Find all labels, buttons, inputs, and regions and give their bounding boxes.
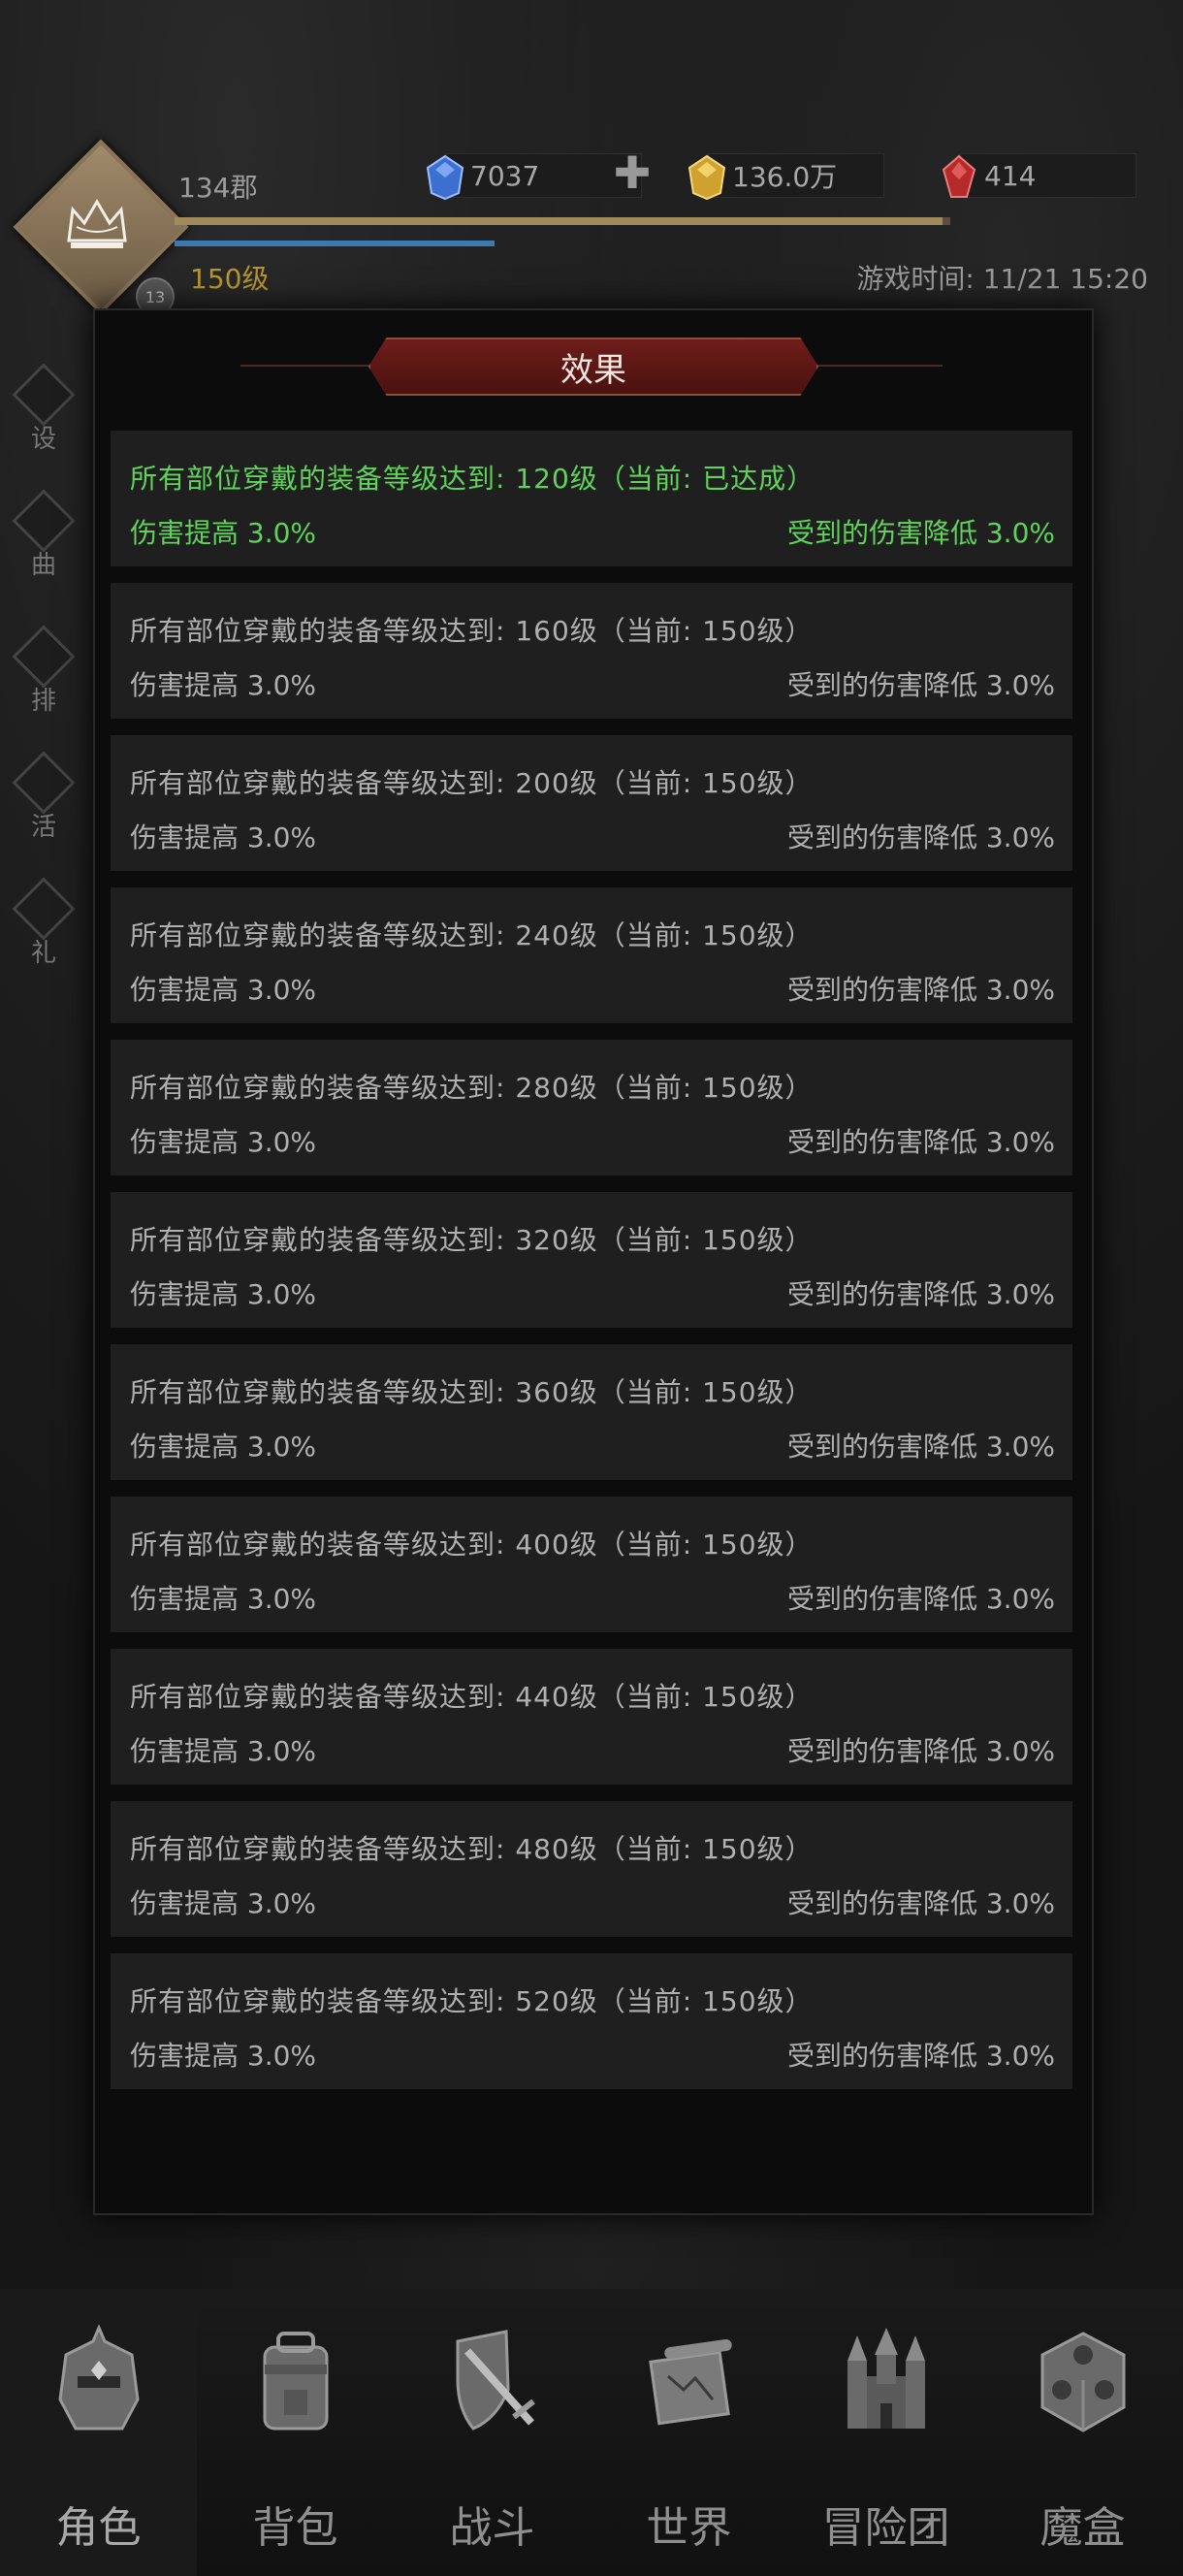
- secondary-bar: [175, 241, 495, 246]
- damage-reduction: 受到的伤害降低 3.0%: [786, 1735, 1055, 1767]
- effect-condition: 所有部位穿戴的装备等级达到: 400级（当前: 150级）: [130, 1529, 814, 1561]
- effect-condition: 所有部位穿戴的装备等级达到: 520级（当前: 150级）: [130, 1985, 814, 2017]
- effect-row: 所有部位穿戴的装备等级达到: 520级（当前: 150级） 伤害提高 3.0% 受到…: [111, 1953, 1072, 2089]
- side-menu-item-3[interactable]: 排: [12, 625, 76, 716]
- nav-shield-sword[interactable]: 战斗: [394, 2289, 591, 2576]
- red-gem-icon: [938, 154, 980, 198]
- bottom-nav: 角色 背包 战斗 世界 冒险团 魔盒: [0, 2289, 1183, 2576]
- effect-row: 所有部位穿戴的装备等级达到: 320级（当前: 150级） 伤害提高 3.0% 受到…: [111, 1192, 1072, 1328]
- diamond-icon: [12, 751, 76, 815]
- effect-row: 所有部位穿戴的装备等级达到: 400级（当前: 150级） 伤害提高 3.0% 受到…: [111, 1497, 1072, 1632]
- shield-sword-icon: [438, 2322, 547, 2442]
- helmet-icon: [45, 2322, 153, 2442]
- effect-row: 所有部位穿戴的装备等级达到: 200级（当前: 150级） 伤害提高 3.0% 受到…: [111, 735, 1072, 871]
- damage-increase: 伤害提高 3.0%: [130, 669, 317, 701]
- damage-reduction: 受到的伤害降低 3.0%: [786, 1887, 1055, 1919]
- blue-gem-icon: [424, 154, 466, 201]
- nav-label: 角色: [55, 2503, 142, 2553]
- currency-red-gem: 414: [942, 153, 1136, 198]
- nav-label: 世界: [646, 2503, 732, 2553]
- damage-increase: 伤害提高 3.0%: [130, 821, 317, 853]
- backpack-icon: [241, 2322, 350, 2442]
- damage-reduction: 受到的伤害降低 3.0%: [786, 517, 1055, 549]
- effect-row: 所有部位穿戴的装备等级达到: 480级（当前: 150级） 伤害提高 3.0% 受到…: [111, 1801, 1072, 1937]
- effect-row: 所有部位穿戴的装备等级达到: 440级（当前: 150级） 伤害提高 3.0% 受到…: [111, 1649, 1072, 1785]
- nav-castle[interactable]: 冒险团: [787, 2289, 984, 2576]
- effect-row: 所有部位穿戴的装备等级达到: 160级（当前: 150级） 伤害提高 3.0% 受到…: [111, 583, 1072, 719]
- damage-reduction: 受到的伤害降低 3.0%: [786, 2040, 1055, 2072]
- side-menu-item-1[interactable]: 设: [12, 363, 76, 454]
- nav-label: 魔盒: [1039, 2503, 1126, 2553]
- diamond-icon: [12, 877, 76, 941]
- damage-reduction: 受到的伤害降低 3.0%: [786, 1278, 1055, 1310]
- header: 13 134郡 150级 游戏时间: 11/21 15:20 7037 ✚ 13…: [0, 0, 1183, 316]
- castle-icon: [832, 2322, 941, 2442]
- nav-helmet[interactable]: 角色: [0, 2289, 197, 2576]
- damage-increase: 伤害提高 3.0%: [130, 974, 317, 1006]
- damage-increase: 伤害提高 3.0%: [130, 517, 317, 549]
- exp-bar-fill: [175, 217, 943, 225]
- effect-condition: 所有部位穿戴的装备等级达到: 200级（当前: 150级）: [130, 767, 814, 799]
- map-scroll-icon: [635, 2322, 744, 2442]
- crown-icon: [58, 184, 136, 262]
- effect-row: 所有部位穿戴的装备等级达到: 360级（当前: 150级） 伤害提高 3.0% 受到…: [111, 1344, 1072, 1480]
- effect-condition: 所有部位穿戴的装备等级达到: 480级（当前: 150级）: [130, 1833, 814, 1865]
- nav-backpack[interactable]: 背包: [197, 2289, 394, 2576]
- game-time: 游戏时间: 11/21 15:20: [856, 263, 1148, 295]
- diamond-icon: [12, 625, 76, 689]
- effects-list: 所有部位穿戴的装备等级达到: 120级（当前: 已达成） 伤害提高 3.0% 受到的…: [111, 431, 1072, 2106]
- effect-row: 所有部位穿戴的装备等级达到: 120级（当前: 已达成） 伤害提高 3.0% 受到的…: [111, 431, 1072, 566]
- damage-reduction: 受到的伤害降低 3.0%: [786, 669, 1055, 701]
- side-menu-item-5[interactable]: 礼: [12, 877, 76, 968]
- damage-increase: 伤害提高 3.0%: [130, 1126, 317, 1158]
- side-menu-item-4[interactable]: 活: [12, 751, 76, 842]
- damage-reduction: 受到的伤害降低 3.0%: [786, 821, 1055, 853]
- damage-increase: 伤害提高 3.0%: [130, 1735, 317, 1767]
- damage-reduction: 受到的伤害降低 3.0%: [786, 974, 1055, 1006]
- gold-icon: [686, 154, 728, 201]
- player-name: 134郡: [178, 172, 258, 204]
- nav-magic-box[interactable]: 魔盒: [984, 2289, 1181, 2576]
- damage-reduction: 受到的伤害降低 3.0%: [786, 1583, 1055, 1615]
- effect-condition: 所有部位穿戴的装备等级达到: 320级（当前: 150级）: [130, 1224, 814, 1256]
- effect-condition: 所有部位穿戴的装备等级达到: 360级（当前: 150级）: [130, 1376, 814, 1408]
- effect-condition: 所有部位穿戴的装备等级达到: 240级（当前: 150级）: [130, 919, 814, 951]
- damage-increase: 伤害提高 3.0%: [130, 1583, 317, 1615]
- nav-label: 冒险团: [821, 2503, 950, 2553]
- effect-condition: 所有部位穿戴的装备等级达到: 280级（当前: 150级）: [130, 1072, 814, 1104]
- nav-label: 背包: [252, 2503, 338, 2553]
- currency-gold: 136.0万: [687, 153, 884, 201]
- modal-title: 效果: [368, 338, 818, 396]
- side-menu-item-2[interactable]: 曲: [12, 489, 76, 580]
- damage-reduction: 受到的伤害降低 3.0%: [786, 1126, 1055, 1158]
- nav-map-scroll[interactable]: 世界: [591, 2289, 787, 2576]
- diamond-icon: [12, 363, 76, 427]
- effect-row: 所有部位穿戴的装备等级达到: 280级（当前: 150级） 伤害提高 3.0% 受到…: [111, 1040, 1072, 1175]
- add-currency-button[interactable]: ✚: [611, 150, 654, 195]
- magic-box-icon: [1029, 2322, 1137, 2442]
- damage-increase: 伤害提高 3.0%: [130, 1278, 317, 1310]
- effect-condition: 所有部位穿戴的装备等级达到: 120级（当前: 已达成）: [130, 463, 815, 495]
- effect-row: 所有部位穿戴的装备等级达到: 240级（当前: 150级） 伤害提高 3.0% 受到…: [111, 887, 1072, 1023]
- damage-increase: 伤害提高 3.0%: [130, 1887, 317, 1919]
- damage-reduction: 受到的伤害降低 3.0%: [786, 1431, 1055, 1463]
- effect-condition: 所有部位穿戴的装备等级达到: 160级（当前: 150级）: [130, 615, 814, 647]
- player-level: 150级: [190, 263, 270, 295]
- nav-label: 战斗: [449, 2503, 535, 2553]
- diamond-icon: [12, 489, 76, 553]
- effect-condition: 所有部位穿戴的装备等级达到: 440级（当前: 150级）: [130, 1681, 814, 1713]
- damage-increase: 伤害提高 3.0%: [130, 2040, 317, 2072]
- damage-increase: 伤害提高 3.0%: [130, 1431, 317, 1463]
